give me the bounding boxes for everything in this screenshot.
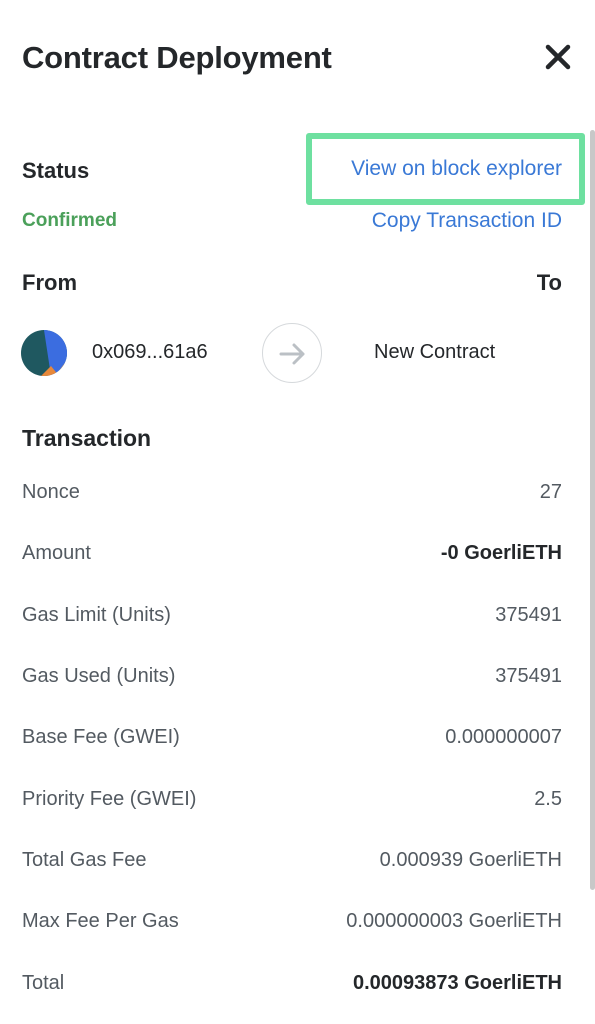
row-max-fee-per-gas: Max Fee Per Gas 0.000000003 GoerliETH — [22, 891, 562, 952]
close-button[interactable] — [543, 42, 573, 72]
to-address: New Contract — [374, 341, 496, 363]
status-badge: Confirmed — [22, 210, 117, 231]
row-label: Amount — [22, 542, 91, 565]
page-title: Contract Deployment — [22, 40, 332, 75]
modal-header: Contract Deployment — [22, 38, 573, 78]
row-total-gas-fee: Total Gas Fee 0.000939 GoerliETH — [22, 830, 562, 891]
row-base-fee: Base Fee (GWEI) 0.000000007 — [22, 707, 562, 768]
transaction-heading: Transaction — [22, 425, 152, 451]
from-address[interactable]: 0x069...61a6 — [92, 341, 208, 364]
from-label: From — [22, 270, 77, 295]
arrow-right-icon — [279, 343, 305, 365]
row-gas-limit: Gas Limit (Units) 375491 — [22, 585, 562, 646]
row-label: Nonce — [22, 481, 80, 504]
row-label: Gas Used (Units) — [22, 665, 176, 688]
row-value: 375491 — [495, 665, 562, 688]
row-value: -0 GoerliETH — [440, 542, 562, 565]
row-gas-used: Gas Used (Units) 375491 — [22, 646, 562, 707]
row-value: 2.5 — [534, 787, 562, 810]
jazzicon-avatar-icon — [21, 330, 67, 376]
transaction-details: Nonce 27 Amount -0 GoerliETH Gas Limit (… — [22, 462, 562, 1014]
row-label: Priority Fee (GWEI) — [22, 787, 197, 810]
row-nonce: Nonce 27 — [22, 462, 562, 523]
row-value: 27 — [539, 481, 562, 504]
row-priority-fee: Priority Fee (GWEI) 2.5 — [22, 768, 562, 829]
row-label: Total — [22, 971, 65, 994]
copy-transaction-id-link[interactable]: Copy Transaction ID — [372, 209, 562, 233]
row-amount: Amount -0 GoerliETH — [22, 523, 562, 584]
row-label: Base Fee (GWEI) — [22, 726, 180, 749]
arrow-circle — [262, 323, 322, 383]
row-total: Total 0.00093873 GoerliETH — [22, 952, 562, 1013]
row-value: 0.000000003 GoerliETH — [346, 910, 562, 933]
status-label: Status — [22, 158, 90, 183]
row-label: Total Gas Fee — [22, 848, 147, 871]
row-label: Max Fee Per Gas — [22, 910, 179, 933]
avatar — [21, 330, 67, 376]
row-value: 0.000000007 — [445, 726, 562, 749]
scrollbar[interactable] — [590, 130, 595, 890]
row-label: Gas Limit (Units) — [22, 603, 171, 626]
row-value: 0.000939 GoerliETH — [379, 848, 562, 871]
view-on-block-explorer-link[interactable]: View on block explorer — [351, 157, 562, 181]
row-value: 375491 — [495, 603, 562, 626]
close-icon — [545, 44, 571, 70]
row-value: 0.00093873 GoerliETH — [352, 971, 562, 994]
to-label: To — [536, 270, 562, 295]
